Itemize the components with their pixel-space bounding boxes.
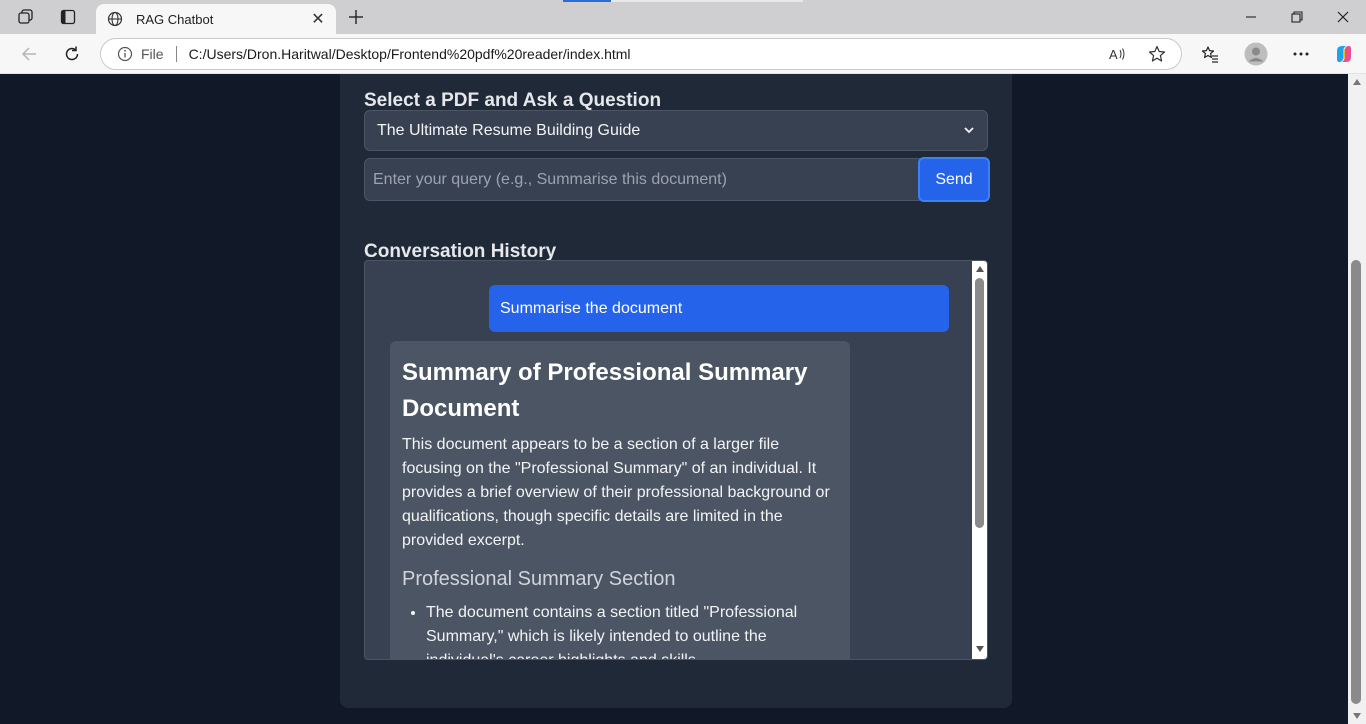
bot-summary-title: Summary of Professional Summary Document [402, 359, 808, 422]
query-input[interactable] [364, 158, 920, 201]
scroll-up-icon[interactable] [975, 265, 984, 273]
back-icon[interactable] [14, 40, 44, 68]
chevron-down-icon [963, 125, 975, 137]
page-viewport: Select a PDF and Ask a Question The Ulti… [4, 74, 1348, 724]
read-aloud-icon[interactable]: A [1105, 43, 1129, 65]
address-bar[interactable]: File C:/Users/Dron.Haritwal/Desktop/Fron… [100, 38, 1182, 70]
send-button[interactable]: Send [918, 157, 990, 202]
restore-icon[interactable] [1274, 0, 1320, 34]
address-divider [175, 46, 177, 62]
minimize-icon[interactable] [1228, 0, 1274, 34]
more-menu-icon[interactable] [1286, 40, 1316, 68]
browser-tab-strip: RAG Chatbot ✕ [0, 0, 1366, 34]
bot-summary-subheading: Professional Summary Section [402, 568, 676, 590]
list-item: The document contains a section titled "… [426, 601, 838, 659]
workspaces-icon[interactable] [12, 4, 40, 30]
address-scheme-label: File [141, 46, 164, 62]
tab-close-icon[interactable]: ✕ [310, 11, 326, 28]
globe-icon [106, 10, 124, 28]
user-message-text: Summarise the document [500, 299, 683, 317]
page-scroll-down-icon[interactable] [1352, 712, 1362, 720]
tab-indicator [611, 0, 803, 2]
conversation-history-panel[interactable]: Summarise the document Summary of Profes… [364, 260, 988, 660]
bot-summary-paragraph: This document appears to be a section of… [402, 436, 830, 549]
page-scroll-up-icon[interactable] [1352, 78, 1362, 86]
new-tab-icon[interactable] [344, 6, 368, 28]
refresh-icon[interactable] [57, 40, 87, 68]
tab-rag-chatbot[interactable]: RAG Chatbot ✕ [96, 4, 336, 34]
pdf-select[interactable]: The Ultimate Resume Building Guide [364, 110, 988, 151]
copilot-icon[interactable] [1329, 40, 1359, 68]
info-icon[interactable] [117, 46, 133, 62]
history-scroll-thumb[interactable] [975, 278, 984, 528]
scroll-down-icon[interactable] [975, 645, 984, 653]
tab-title: RAG Chatbot [136, 11, 214, 27]
bot-bullet-list: The document contains a section titled "… [402, 601, 838, 659]
tab-actions-icon[interactable] [54, 4, 82, 30]
pdf-select-value: The Ultimate Resume Building Guide [377, 121, 641, 139]
address-url[interactable]: C:/Users/Dron.Haritwal/Desktop/Frontend%… [189, 46, 631, 62]
page-scrollbar[interactable] [1348, 74, 1366, 724]
bot-message-bubble: Summary of Professional Summary Document… [390, 341, 850, 659]
profile-avatar-icon[interactable] [1241, 40, 1271, 68]
tab-indicator [563, 0, 611, 2]
history-scrollbar[interactable] [972, 261, 987, 659]
close-window-icon[interactable] [1320, 0, 1366, 34]
page-scroll-thumb[interactable] [1351, 260, 1361, 704]
browser-toolbar: File C:/Users/Dron.Haritwal/Desktop/Fron… [0, 34, 1366, 74]
select-pdf-heading: Select a PDF and Ask a Question [364, 90, 662, 111]
favorites-icon[interactable] [1195, 40, 1225, 68]
user-message-bubble: Summarise the document [489, 285, 949, 332]
chat-card: Select a PDF and Ask a Question The Ulti… [340, 74, 1012, 708]
svg-text:A: A [1109, 47, 1118, 62]
favorite-star-icon[interactable] [1145, 43, 1169, 65]
